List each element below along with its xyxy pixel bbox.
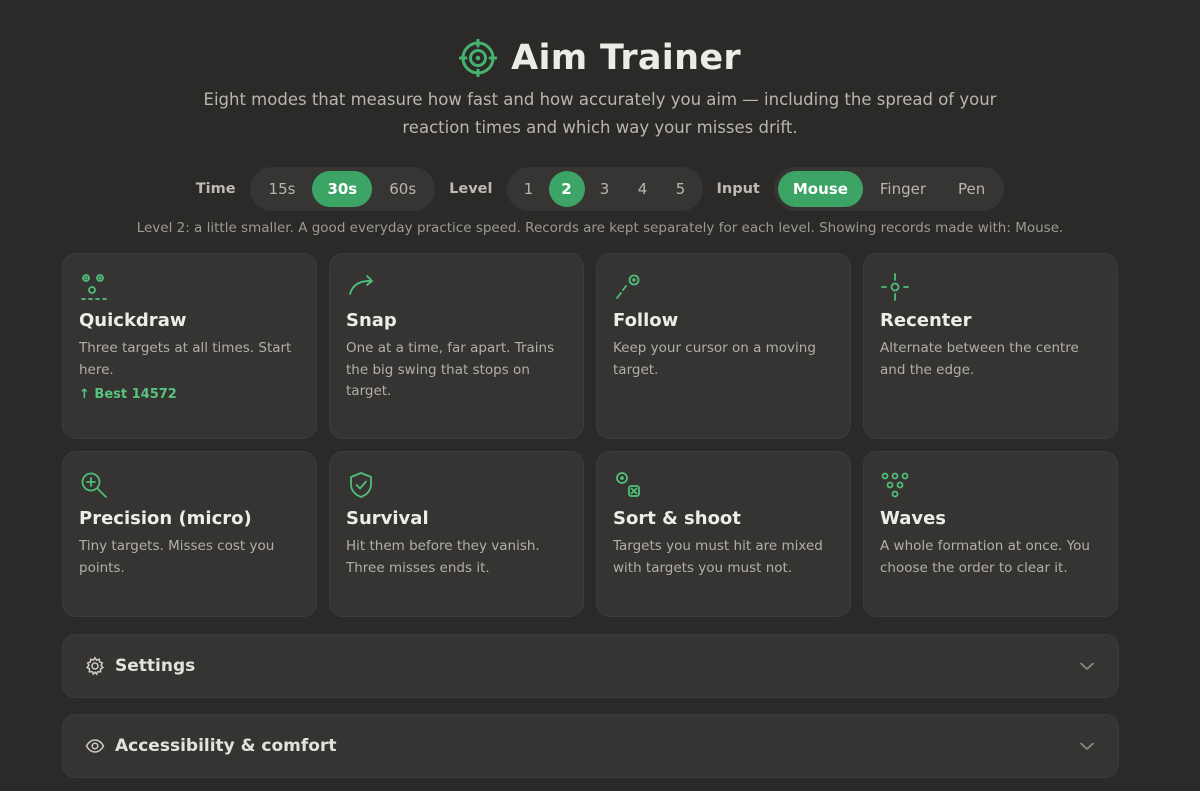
settings-panel-toggle[interactable]: Settings — [62, 634, 1119, 698]
three-targets-icon — [81, 274, 107, 300]
mode-title: Waves — [880, 508, 947, 529]
mode-card-quickdraw[interactable]: Quickdraw Three targets at all times. St… — [62, 253, 317, 439]
tracking-path-icon — [616, 274, 640, 299]
mode-title: Sort & shoot — [613, 508, 741, 529]
mode-card-waves[interactable]: Waves A whole formation at once. You cho… — [863, 451, 1118, 617]
chevron-down-icon — [1080, 662, 1094, 670]
mode-title: Quickdraw — [79, 310, 187, 331]
title-row: Aim Trainer — [0, 38, 1200, 78]
page-subtitle: Eight modes that measure how fast and ho… — [203, 90, 997, 137]
swing-arrow-icon — [349, 275, 373, 295]
input-selector: Mouse Finger Pen — [773, 167, 1005, 211]
time-label: Time — [195, 181, 236, 197]
mode-title: Follow — [613, 310, 679, 331]
formation-dots-icon — [881, 472, 909, 498]
chevron-down-icon — [1080, 742, 1094, 750]
settings-label: Settings — [115, 656, 196, 676]
time-option-15s[interactable]: 15s — [254, 171, 311, 207]
mode-title: Survival — [346, 508, 429, 529]
crosshair-icon — [459, 39, 498, 77]
level-option-4[interactable]: 4 — [625, 171, 661, 207]
mode-description: Tiny targets. Misses cost you points. — [79, 538, 275, 576]
options-bar: Time 15s 30s 60s Level 1 2 3 4 5 Input M… — [0, 167, 1200, 211]
level-option-5[interactable]: 5 — [663, 171, 699, 207]
time-option-30s[interactable]: 30s — [312, 171, 373, 207]
mode-card-precision[interactable]: Precision (micro) Tiny targets. Misses c… — [62, 451, 317, 617]
app-header: Aim Trainer — [0, 38, 1200, 78]
mode-description: Keep your cursor on a moving target. — [613, 340, 816, 378]
mode-description: Targets you must hit are mixed with targ… — [613, 538, 823, 576]
center-point-icon — [881, 273, 909, 301]
mode-grid: Quickdraw Three targets at all times. St… — [62, 253, 1119, 617]
mode-description: Three targets at all times. Start here. — [79, 340, 292, 378]
magnifier-plus-icon — [81, 472, 107, 498]
mode-title: Recenter — [880, 310, 972, 331]
input-label: Input — [716, 181, 760, 197]
mode-description: One at a time, far apart. Trains the big… — [346, 340, 555, 399]
level-option-3[interactable]: 3 — [587, 171, 623, 207]
accessibility-panel-toggle[interactable]: Accessibility & comfort — [62, 714, 1119, 778]
mode-description: Hit them before they vanish. Three misse… — [346, 538, 540, 576]
mode-card-survival[interactable]: Survival Hit them before they vanish. Th… — [329, 451, 584, 617]
mode-description: A whole formation at once. You choose th… — [880, 538, 1090, 576]
mode-card-follow[interactable]: Follow Keep your cursor on a moving targ… — [596, 253, 851, 439]
input-option-mouse[interactable]: Mouse — [777, 171, 863, 207]
time-option-60s[interactable]: 60s — [374, 171, 431, 207]
best-score: ↑ Best 14572 — [79, 387, 177, 402]
mode-description: Alternate between the centre and the edg… — [880, 340, 1079, 378]
time-selector: 15s 30s 60s — [249, 167, 436, 211]
level-label: Level — [449, 181, 493, 197]
gear-icon — [85, 656, 105, 676]
mode-card-snap[interactable]: Snap One at a time, far apart. Trains th… — [329, 253, 584, 439]
mode-card-sort-and-shoot[interactable]: Sort & shoot Targets you must hit are mi… — [596, 451, 851, 617]
page-title: Aim Trainer — [511, 38, 741, 78]
mode-title: Snap — [346, 310, 397, 331]
accessibility-label: Accessibility & comfort — [115, 736, 337, 756]
shield-check-icon — [350, 472, 372, 498]
level-option-2[interactable]: 2 — [548, 171, 585, 207]
target-and-x-icon — [616, 472, 640, 497]
input-option-pen[interactable]: Pen — [943, 171, 1000, 207]
eye-icon — [85, 739, 105, 753]
mode-title: Precision (micro) — [79, 508, 252, 529]
level-description: Level 2: a little smaller. A good everyd… — [136, 220, 1064, 236]
level-option-1[interactable]: 1 — [511, 171, 547, 207]
level-selector: 1 2 3 4 5 — [506, 167, 703, 211]
input-option-finger[interactable]: Finger — [865, 171, 941, 207]
mode-card-recenter[interactable]: Recenter Alternate between the centre an… — [863, 253, 1118, 439]
